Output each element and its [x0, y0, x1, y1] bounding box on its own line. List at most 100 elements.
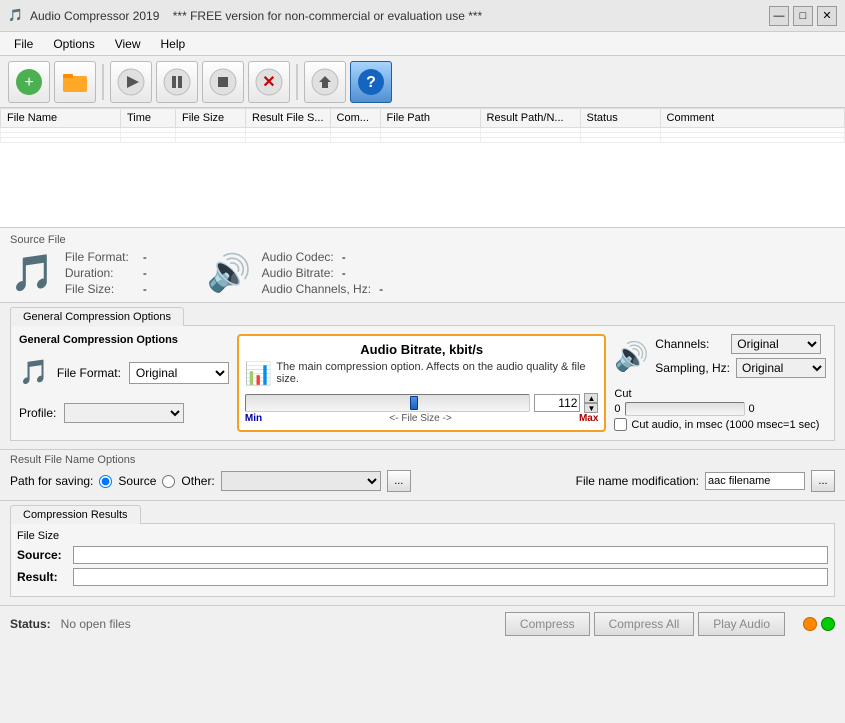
- other-path-combo[interactable]: [221, 471, 381, 491]
- cut-audio-label: Cut audio, in msec (1000 msec=1 sec): [631, 419, 819, 431]
- compression-tab[interactable]: General Compression Options: [10, 307, 184, 326]
- source-bar: [73, 546, 828, 564]
- maximize-button[interactable]: □: [793, 6, 813, 26]
- audio-codec-icon: 🔊: [207, 252, 252, 294]
- channels-section: 🔊 Channels: Original 1 (Mono) 2 (Stereo)…: [614, 334, 826, 431]
- col-status[interactable]: Status: [580, 109, 660, 128]
- result-bar: [73, 568, 828, 586]
- profile-label: Profile:: [19, 406, 56, 420]
- sampling-label: Sampling, Hz:: [655, 361, 730, 375]
- app-name: Audio Compressor 2019: [30, 9, 159, 23]
- status-text: No open files: [61, 617, 131, 631]
- col-resultsize[interactable]: Result File S...: [246, 109, 331, 128]
- audio-bitrate-label: Audio Bitrate:: [262, 266, 334, 280]
- other-radio-label: Other:: [181, 474, 214, 488]
- compress-all-button[interactable]: Compress All: [594, 612, 695, 636]
- results-filesize-label: File Size: [17, 530, 828, 542]
- bitrate-max-label: Max: [579, 413, 598, 424]
- file-format-value: -: [143, 250, 147, 264]
- title-bar: 🎵 Audio Compressor 2019 *** FREE version…: [0, 0, 845, 32]
- clear-button[interactable]: [304, 61, 346, 103]
- filename-mod-input[interactable]: [705, 472, 805, 490]
- source-radio-label: Source: [118, 474, 156, 488]
- toolbar-separator-2: [296, 64, 298, 100]
- bitrate-value-input[interactable]: [534, 394, 580, 412]
- channels-select[interactable]: Original 1 (Mono) 2 (Stereo): [731, 334, 821, 354]
- app-subtitle: *** FREE version for non-commercial or e…: [173, 9, 482, 23]
- menu-view[interactable]: View: [105, 35, 151, 53]
- compression-section: General Compression Options General Comp…: [0, 303, 845, 450]
- filesize-label: File Size:: [65, 282, 135, 296]
- indicator-dot-orange: [803, 617, 817, 631]
- format-icon: 🎵: [19, 358, 49, 387]
- browse-button[interactable]: ...: [387, 470, 411, 492]
- result-options-title: Result File Name Options: [10, 454, 835, 466]
- duration-label: Duration:: [65, 266, 135, 280]
- svg-text:✕: ✕: [262, 74, 275, 91]
- bitrate-title: Audio Bitrate, kbit/s: [245, 342, 599, 357]
- bitrate-desc-icon: 📊: [245, 361, 272, 387]
- open-folder-button[interactable]: [54, 61, 96, 103]
- result-bar-label: Result:: [17, 570, 67, 584]
- status-label: Status:: [10, 617, 51, 631]
- col-comp[interactable]: Com...: [330, 109, 380, 128]
- source-file-info: File Format: - Duration: - File Size: -: [65, 250, 147, 296]
- bitrate-up-arrow[interactable]: ▲: [584, 393, 598, 403]
- cut-label: Cut: [614, 388, 631, 400]
- bitrate-slider-thumb[interactable]: [410, 396, 418, 410]
- results-tab[interactable]: Compression Results: [10, 505, 141, 524]
- play-button[interactable]: [110, 61, 152, 103]
- delete-button[interactable]: ✕: [248, 61, 290, 103]
- help-button[interactable]: ?: [350, 61, 392, 103]
- result-options-section: Result File Name Options Path for saving…: [0, 450, 845, 501]
- sampling-select[interactable]: Original 44100 48000: [736, 358, 826, 378]
- col-filepath[interactable]: File Path: [380, 109, 480, 128]
- col-filename[interactable]: File Name: [1, 109, 121, 128]
- table-row: [1, 138, 845, 143]
- toolbar: + ✕: [0, 56, 845, 108]
- bitrate-down-arrow[interactable]: ▼: [584, 403, 598, 413]
- filesize-value: -: [143, 282, 147, 296]
- pause-button[interactable]: [156, 61, 198, 103]
- path-for-saving-label: Path for saving:: [10, 474, 93, 488]
- audio-channels-label: Audio Channels, Hz:: [262, 282, 371, 296]
- cut-slider-track[interactable]: [625, 402, 745, 416]
- col-resultpath[interactable]: Result Path/N...: [480, 109, 580, 128]
- file-table-section: File Name Time File Size Result File S..…: [0, 108, 845, 228]
- profile-select[interactable]: [64, 403, 184, 423]
- bitrate-slider-track[interactable]: [245, 394, 531, 412]
- play-audio-button[interactable]: Play Audio: [698, 612, 785, 636]
- bitrate-min-label: Min: [245, 413, 262, 424]
- add-file-button[interactable]: +: [8, 61, 50, 103]
- col-filesize[interactable]: File Size: [176, 109, 246, 128]
- minimize-button[interactable]: —: [769, 6, 789, 26]
- menu-file[interactable]: File: [4, 35, 43, 53]
- stop-button[interactable]: [202, 61, 244, 103]
- col-comment[interactable]: Comment: [660, 109, 844, 128]
- close-button[interactable]: ✕: [817, 6, 837, 26]
- other-radio[interactable]: [162, 475, 175, 488]
- col-time[interactable]: Time: [121, 109, 176, 128]
- svg-text:?: ?: [366, 74, 376, 91]
- cut-val-left: 0: [614, 403, 620, 415]
- menu-help[interactable]: Help: [151, 35, 196, 53]
- cut-val-right: 0: [749, 403, 755, 415]
- source-bar-label: Source:: [17, 548, 67, 562]
- channels-label: Channels:: [655, 337, 725, 351]
- filename-browse-button[interactable]: ...: [811, 470, 835, 492]
- bitrate-axis-label: <- File Size ->: [389, 413, 451, 424]
- bitrate-arrows: ▲ ▼: [584, 393, 598, 413]
- source-radio[interactable]: [99, 475, 112, 488]
- source-file-icon: 🎵: [10, 252, 55, 294]
- action-buttons: Compress Compress All Play Audio: [505, 612, 785, 636]
- menu-options[interactable]: Options: [43, 35, 104, 53]
- file-format-select[interactable]: Original MP3 AAC OGG: [129, 362, 229, 384]
- compress-button[interactable]: Compress: [505, 612, 590, 636]
- source-file-section: Source File 🎵 File Format: - Duration: -…: [0, 228, 845, 303]
- cut-audio-checkbox[interactable]: [614, 418, 627, 431]
- title-text: Audio Compressor 2019 *** FREE version f…: [30, 9, 769, 23]
- app-icon: 🎵: [8, 8, 24, 24]
- comp-section-title: General Compression Options: [19, 334, 229, 346]
- bitrate-panel: Audio Bitrate, kbit/s 📊 The main compres…: [237, 334, 607, 432]
- file-format-label: File Format:: [65, 250, 135, 264]
